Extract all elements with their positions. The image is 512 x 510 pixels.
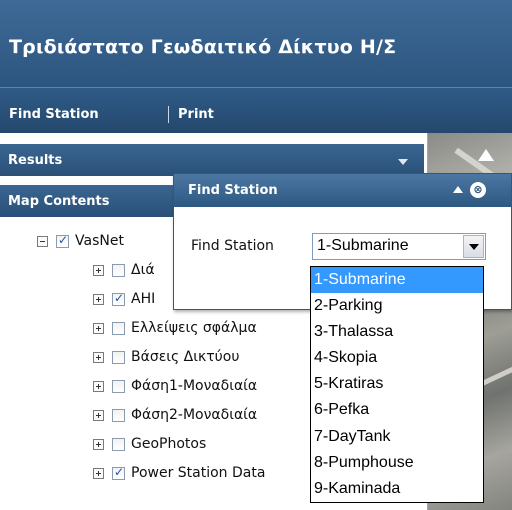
tree-root: VasNet [37, 231, 124, 251]
toolbar: Find Station Print [0, 87, 512, 133]
expand-icon[interactable] [93, 293, 104, 305]
app-title: Τριδιάστατο Γεωδαιτικό Δίκτυο Η/Σ [9, 36, 397, 58]
app-header: Τριδιάστατο Γεωδαιτικό Δίκτυο Η/Σ [0, 0, 512, 87]
dropdown-option[interactable]: 5-Kratiras [311, 371, 483, 397]
dropdown-option[interactable]: 8-Pumphouse [311, 450, 483, 476]
dropdown-option[interactable]: 2-Parking [311, 293, 483, 319]
collapse-icon[interactable] [37, 235, 48, 247]
chevron-down-icon[interactable] [398, 159, 408, 165]
layer-label: Power Station Data [131, 465, 266, 481]
expand-icon[interactable] [93, 438, 104, 450]
layer-checkbox[interactable] [112, 379, 125, 393]
find-station-label: Find Station [191, 238, 274, 254]
layer-checkbox[interactable] [112, 321, 125, 335]
layer-label: Βάσεις Δικτύου [131, 349, 240, 365]
dropdown-option[interactable]: 4-Skopia [311, 345, 483, 371]
dropdown-option[interactable]: 1-Submarine [311, 267, 483, 294]
tree-item: Βάσεις Δικτύου [93, 347, 239, 367]
dialog-header[interactable]: Find Station ⊗ [174, 174, 511, 207]
expand-icon[interactable] [93, 409, 104, 421]
dropdown-option[interactable]: 7-DayTank [311, 424, 483, 450]
station-select[interactable]: 1-Submarine [312, 233, 486, 260]
tree-item: Power Station Data [93, 463, 265, 483]
layer-checkbox[interactable] [56, 233, 69, 248]
layer-checkbox[interactable] [112, 408, 125, 422]
tree-item: ΑΗΙ [93, 289, 155, 309]
layer-label: VasNet [75, 233, 124, 249]
expand-icon[interactable] [93, 322, 104, 334]
layer-label: ΑΗΙ [131, 291, 156, 307]
layer-label: Διά [131, 262, 155, 278]
layer-checkbox[interactable] [112, 465, 125, 480]
toolbar-separator [168, 106, 169, 123]
expand-icon[interactable] [93, 380, 104, 392]
layer-checkbox[interactable] [112, 263, 125, 277]
find-station-link[interactable]: Find Station [9, 107, 99, 122]
map-marker-icon[interactable] [478, 149, 494, 161]
chevron-down-icon[interactable] [463, 235, 484, 258]
dropdown-option[interactable]: 9-Kaminada [311, 476, 483, 502]
tree-item: Φάση2-Μοναδιαία [93, 405, 257, 425]
print-link[interactable]: Print [178, 107, 214, 122]
layer-checkbox[interactable] [112, 350, 125, 364]
station-select-value: 1-Submarine [317, 237, 409, 254]
layer-label: Ελλείψεις σφάλμα [131, 320, 257, 336]
station-dropdown-list: 1-Submarine 2-Parking 3-Thalassa 4-Skopi… [310, 266, 484, 503]
results-title: Results [8, 153, 63, 168]
tree-item: Φάση1-Μοναδιαία [93, 376, 257, 396]
collapse-up-icon[interactable] [453, 186, 463, 193]
tree-item: Διά [93, 260, 155, 280]
dropdown-option[interactable]: 3-Thalassa [311, 319, 483, 345]
layer-label: Φάση2-Μοναδιαία [131, 407, 258, 423]
tree-item: GeoPhotos [93, 434, 206, 454]
layer-label: Φάση1-Μοναδιαία [131, 378, 258, 394]
results-panel-header[interactable]: Results [0, 144, 424, 176]
close-icon[interactable]: ⊗ [470, 182, 486, 198]
layer-checkbox[interactable] [112, 291, 125, 306]
tree-item: Ελλείψεις σφάλμα [93, 318, 257, 338]
dropdown-option[interactable]: 6-Pefka [311, 397, 483, 423]
layer-checkbox[interactable] [112, 437, 125, 451]
layer-label: GeoPhotos [131, 436, 207, 452]
expand-icon[interactable] [93, 264, 104, 276]
map-contents-title: Map Contents [8, 194, 110, 209]
dialog-title: Find Station [188, 183, 278, 198]
expand-icon[interactable] [93, 467, 104, 479]
expand-icon[interactable] [93, 351, 104, 363]
